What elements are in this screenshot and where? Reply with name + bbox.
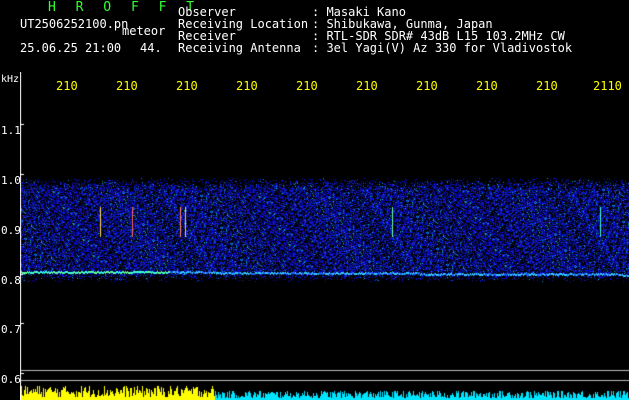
y-tick-0-6: 0.6 (1, 373, 21, 386)
antenna-label: Receiving Antenna (178, 41, 301, 55)
date-time: 25.06.25 21:00 (20, 41, 122, 55)
y-tick-1-0: 1.0 (1, 174, 21, 187)
y-unit-label: kHz (1, 74, 20, 85)
meteor-count: 44. (140, 41, 162, 55)
y-tick-0-7: 0.7 (1, 323, 21, 336)
antenna-value: : 3el Yagi(V) Az 330 for Vladivostok (312, 41, 573, 55)
meteor-label: meteor (122, 24, 166, 38)
spectrogram-canvas (20, 72, 629, 400)
y-tick-0-8: 0.8 (1, 274, 21, 287)
y-tick-0-9: 0.9 (1, 224, 21, 237)
file-name: UT2506252100.pn (20, 17, 129, 31)
y-tick-1-1: 1.1 (1, 124, 21, 137)
